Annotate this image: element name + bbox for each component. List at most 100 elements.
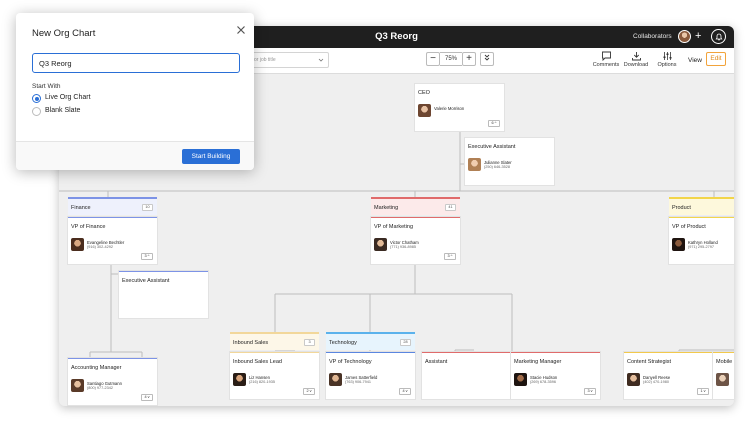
- ceo-card[interactable]: CEO Valerie Morrison 6 ^: [415, 84, 504, 131]
- reports-toggle[interactable]: 2 v: [303, 388, 315, 395]
- screen: Q3 Reorg Collaborators + or job title − …: [0, 0, 750, 422]
- close-icon: [237, 26, 245, 34]
- dept-count: 10: [142, 204, 153, 211]
- role-title: Assistant: [425, 359, 448, 365]
- role-title: Accounting Manager: [71, 365, 122, 371]
- dept-name: Technology: [329, 340, 357, 346]
- dept-header-marketing[interactable]: Marketing 41: [371, 197, 460, 215]
- org-chart-name-input[interactable]: [32, 53, 240, 73]
- role-title: VP of Technology: [329, 359, 372, 365]
- executive-assistant-card[interactable]: Executive Assistant Julianne Slater (250…: [465, 138, 554, 185]
- content-strategist-card[interactable]: Content Strategist Danyell Reese (402) 4…: [624, 352, 713, 399]
- zoom-out-button[interactable]: −: [426, 52, 440, 66]
- dept-name: Inbound Sales: [233, 340, 269, 346]
- view-button[interactable]: View: [688, 57, 702, 64]
- dept-header-inbound-sales[interactable]: Inbound Sales 3: [230, 332, 319, 350]
- person-phone: (971) 295-2797: [688, 245, 714, 249]
- comment-icon: [601, 51, 611, 61]
- inbound-sales-lead-card[interactable]: Inbound Sales Lead Liz Hansen (216) 820-…: [230, 352, 319, 399]
- vp-finance-card[interactable]: VP of Finance Evangeline Bechtler (916) …: [68, 217, 157, 264]
- zoom-in-button[interactable]: +: [462, 52, 476, 66]
- download-icon: [631, 52, 641, 61]
- avatar: [418, 104, 431, 117]
- assistant-card[interactable]: Assistant: [422, 352, 511, 399]
- avatar: [233, 373, 246, 386]
- role-title: CEO: [418, 90, 430, 96]
- start-building-button[interactable]: Start Building: [182, 149, 240, 164]
- radio-unselected[interactable]: [32, 107, 41, 116]
- person-phone: (800) 977-2342: [87, 386, 113, 390]
- avatar: [514, 373, 527, 386]
- avatar: [71, 379, 84, 392]
- search-placeholder: or job title: [254, 57, 276, 63]
- option-live-org-chart[interactable]: Live Org Chart: [32, 94, 152, 104]
- avatar: [329, 373, 342, 386]
- dept-header-technology[interactable]: Technology 28: [326, 332, 415, 350]
- role-title: VP of Marketing: [374, 224, 414, 230]
- option-label: Blank Slate: [45, 107, 81, 114]
- reports-toggle[interactable]: 6 ^: [488, 120, 500, 127]
- avatar: [716, 373, 729, 386]
- role-title: Executive Assistant: [122, 278, 170, 284]
- person-phone: (916) 302-4292: [87, 245, 113, 249]
- vp-product-card[interactable]: VP of Product Kathryn Holland (971) 295-…: [669, 217, 734, 264]
- accounting-manager-card[interactable]: Accounting Manager Santiago Gutmann (800…: [68, 358, 157, 405]
- role-title: Mobile: [716, 359, 733, 365]
- add-collaborator-button[interactable]: +: [695, 29, 701, 43]
- reports-toggle[interactable]: 4 v: [399, 388, 411, 395]
- notifications-button[interactable]: [711, 29, 726, 44]
- close-button[interactable]: [235, 23, 247, 35]
- person-phone: (269) 678-3596: [530, 380, 556, 384]
- dialog-title: New Org Chart: [32, 28, 96, 39]
- comments-button[interactable]: Comments: [591, 51, 621, 68]
- avatar: [374, 238, 387, 251]
- person-phone: (250) 646-3528: [484, 165, 510, 169]
- dept-count: 3: [304, 339, 315, 346]
- avatar: [468, 158, 481, 171]
- radio-selected[interactable]: [32, 94, 41, 103]
- person-phone: (771) 936-8985: [390, 245, 416, 249]
- reports-toggle[interactable]: 4 v: [141, 394, 153, 401]
- option-blank-slate[interactable]: Blank Slate: [32, 107, 152, 117]
- search-input[interactable]: or job title: [249, 52, 329, 68]
- collaborator-avatar[interactable]: [678, 30, 691, 43]
- avatar: [71, 238, 84, 251]
- reports-toggle[interactable]: 3 ^: [444, 253, 456, 260]
- dept-name: Finance: [71, 205, 91, 211]
- dept-header-finance[interactable]: Finance 10: [68, 197, 157, 215]
- comments-label: Comments: [592, 62, 620, 68]
- options-button[interactable]: Options: [652, 51, 682, 68]
- collapse-all-button[interactable]: [480, 52, 494, 66]
- vp-marketing-card[interactable]: VP of Marketing Victor Chatham (771) 936…: [371, 217, 460, 264]
- edit-button[interactable]: Edit: [706, 52, 726, 66]
- collaborators-label[interactable]: Collaborators: [633, 33, 672, 40]
- person-name: Valerie Morrison: [434, 106, 465, 111]
- bell-icon: [715, 33, 722, 40]
- avatar: [627, 373, 640, 386]
- double-chevron-down-icon: [484, 54, 490, 61]
- dialog-footer: Start Building: [16, 141, 254, 170]
- options-label: Options: [657, 62, 677, 68]
- sliders-icon: [663, 52, 671, 60]
- option-label: Live Org Chart: [45, 94, 91, 101]
- marketing-manager-card[interactable]: Marketing Manager Stacie Hudson (269) 67…: [511, 352, 600, 399]
- role-title: Inbound Sales Lead: [233, 359, 282, 365]
- person-phone: (216) 820-1935: [249, 380, 275, 384]
- role-title: Marketing Manager: [514, 359, 562, 365]
- role-title: VP of Finance: [71, 224, 106, 230]
- vp-technology-card[interactable]: VP of Technology James Satterfield (763)…: [326, 352, 415, 399]
- reports-toggle[interactable]: 1 v: [697, 388, 709, 395]
- start-with-label: Start With: [32, 83, 61, 90]
- person-phone: (763) 906-7941: [345, 380, 371, 384]
- reports-toggle[interactable]: 3 ^: [141, 253, 153, 260]
- dept-count: 41: [445, 204, 456, 211]
- mobile-card[interactable]: Mobile: [713, 352, 734, 399]
- role-title: VP of Product: [672, 224, 706, 230]
- download-button[interactable]: Download: [621, 51, 651, 68]
- dept-header-product[interactable]: Product: [669, 197, 734, 215]
- dept-count: 28: [400, 339, 411, 346]
- zoom-level[interactable]: 75%: [440, 52, 462, 66]
- reports-toggle[interactable]: 3 v: [584, 388, 596, 395]
- finance-executive-assistant-card[interactable]: Executive Assistant: [119, 271, 208, 318]
- person-phone: (402) 470-1980: [643, 380, 669, 384]
